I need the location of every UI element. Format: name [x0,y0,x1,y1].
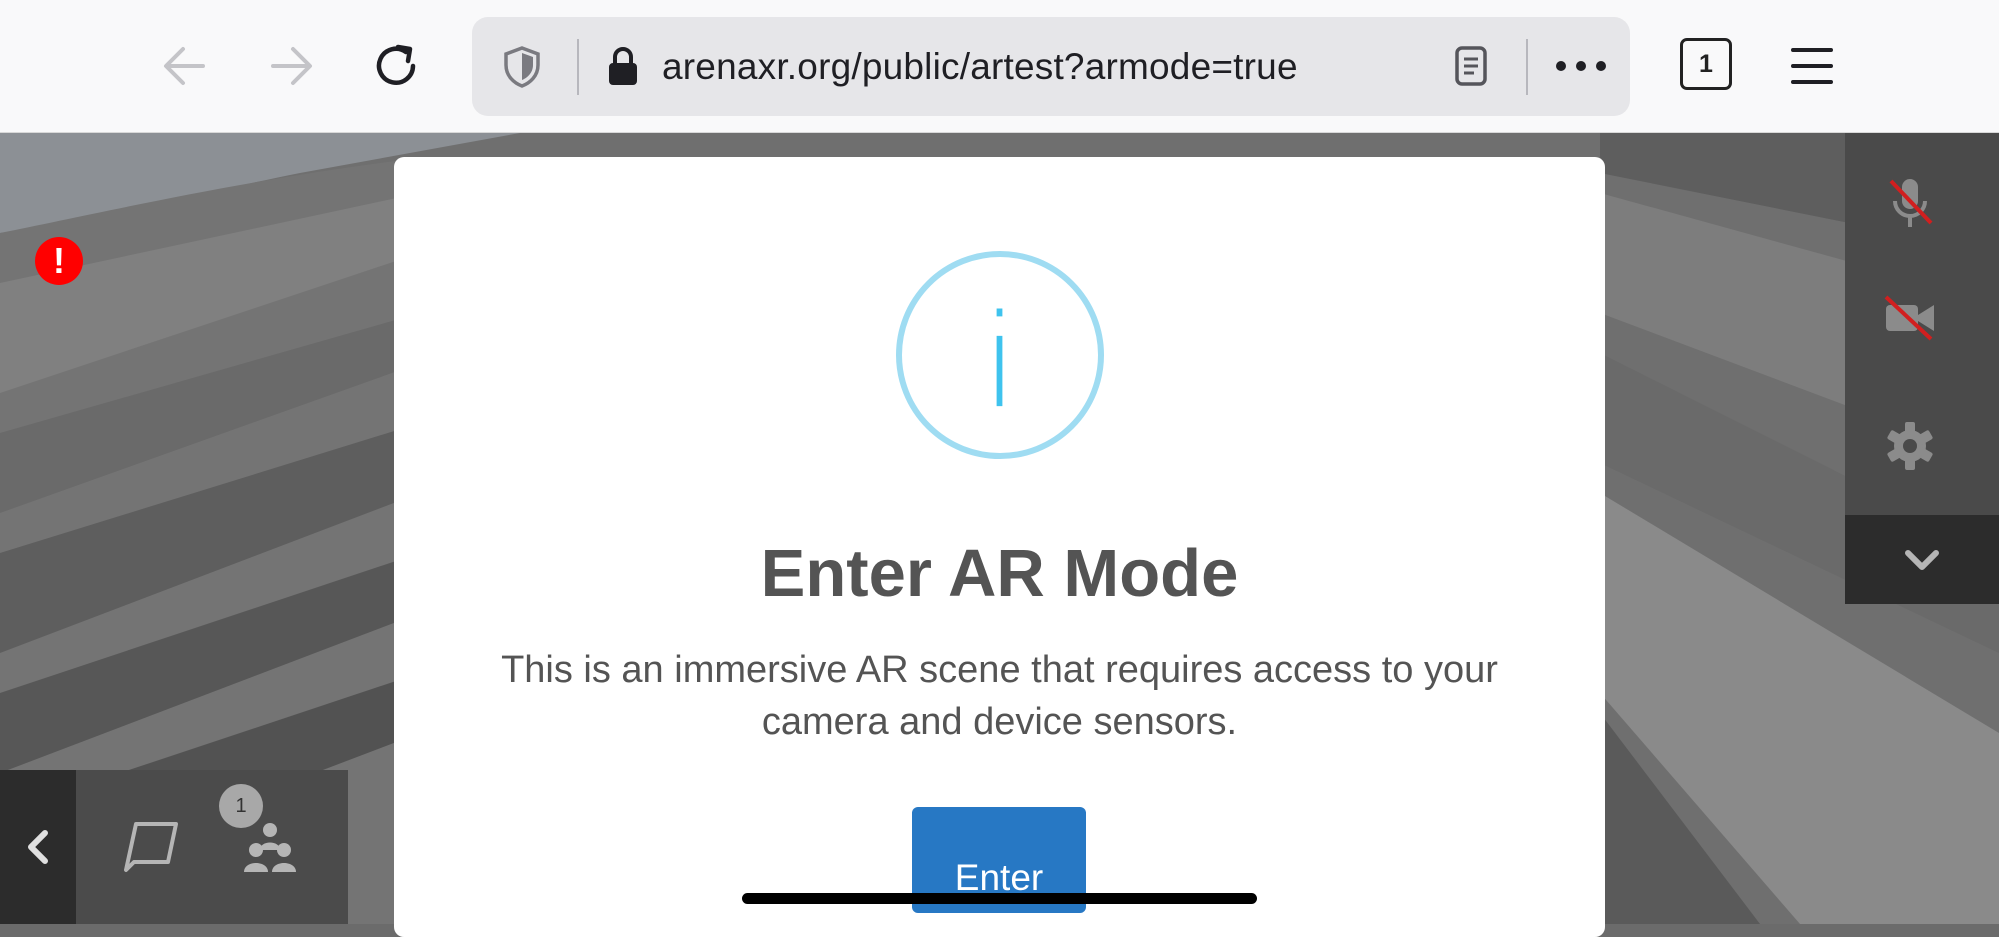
camera-off-icon [1884,295,1934,341]
modal-description: This is an immersive AR scene that requi… [501,649,1498,743]
lock-icon [606,45,640,92]
reload-button[interactable] [366,36,426,96]
tab-count-button[interactable]: 1 [1680,38,1732,90]
info-icon: i [896,251,1104,459]
error-indicator-icon[interactable]: ! [35,237,83,285]
modal-title: Enter AR Mode [760,536,1239,611]
menu-button[interactable] [1784,36,1840,96]
url-bar[interactable]: arenaxr.org/public/artest?armode=true [472,17,1630,116]
enter-ar-modal: i Enter AR Mode This is an immersive AR … [394,157,1605,937]
media-controls-panel [1845,133,1999,515]
more-dots-icon[interactable] [1554,59,1608,78]
users-button[interactable] [240,820,300,881]
shield-icon[interactable] [502,45,542,94]
hamburger-menu-icon [1791,48,1833,84]
reader-view-icon[interactable] [1454,45,1488,92]
reload-icon [376,44,416,85]
collapse-bottom-panel-button[interactable] [0,770,76,924]
mic-muted-icon [1889,179,1933,227]
collapse-panel-button[interactable] [1845,515,1999,604]
home-indicator[interactable] [742,893,1257,904]
url-separator [577,39,579,95]
chat-button[interactable] [122,818,182,879]
users-icon [244,823,296,872]
info-symbol: i [982,288,1018,437]
arrow-left-icon [164,47,205,85]
url-text[interactable]: arenaxr.org/public/artest?armode=true [662,17,1298,116]
chevron-left-icon [28,830,48,864]
mic-toggle-button[interactable] [1845,173,1975,233]
url-separator [1526,39,1528,95]
camera-toggle-button[interactable] [1845,293,1975,343]
back-button[interactable] [155,36,215,96]
arrow-right-icon [271,47,312,85]
forward-button[interactable] [261,36,321,96]
chevron-down-icon [1905,549,1939,570]
gear-icon [1887,422,1933,470]
user-count-badge: 1 [219,784,263,828]
browser-toolbar: arenaxr.org/public/artest?armode=true 1 [0,0,1999,133]
settings-button[interactable] [1845,420,1975,472]
chat-icon [124,822,178,872]
